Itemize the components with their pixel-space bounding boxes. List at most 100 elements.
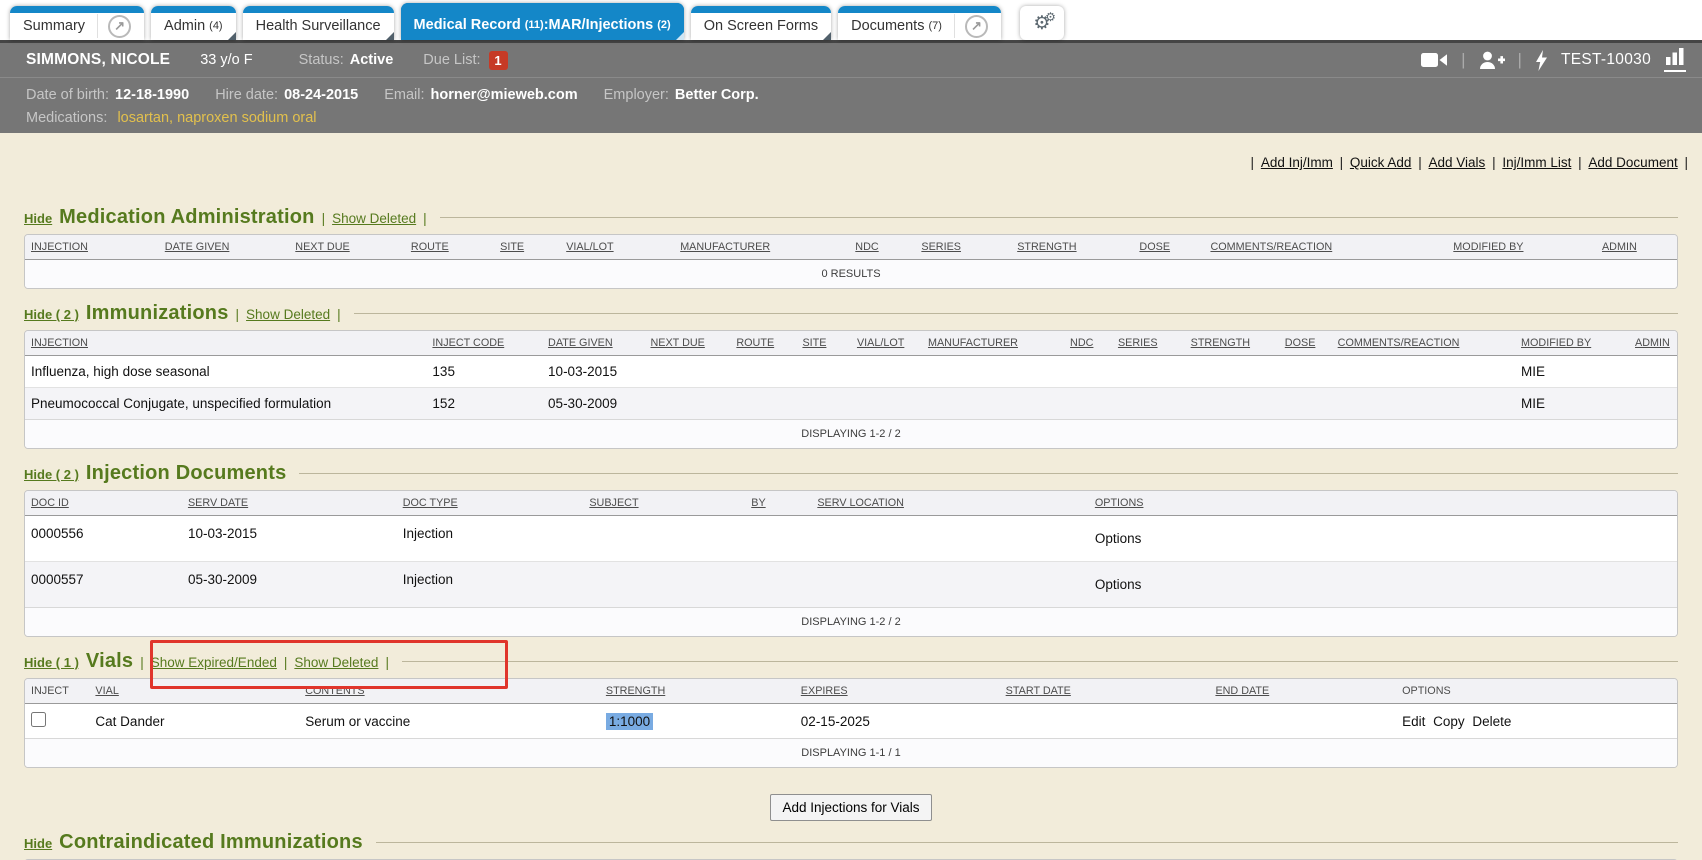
add-vials-link[interactable]: Add Vials xyxy=(1429,155,1486,170)
column-header-series[interactable]: SERIES xyxy=(1112,331,1185,356)
column-header-vial-lot[interactable]: VIAL/LOT xyxy=(560,235,674,260)
show-expired-ended-link[interactable]: Show Expired/Ended xyxy=(151,655,277,670)
column-header-end-date[interactable]: END DATE xyxy=(1209,679,1396,704)
column-header-by[interactable]: BY xyxy=(745,491,811,516)
hide-link[interactable]: Hide ( 2 ) xyxy=(24,307,79,322)
add-injections-for-vials-button[interactable]: Add Injections for Vials xyxy=(770,794,931,821)
column-header-doc-id[interactable]: DOC ID xyxy=(25,491,182,516)
vial-checkbox[interactable] xyxy=(31,712,46,727)
column-header-expires[interactable]: EXPIRES xyxy=(795,679,1000,704)
cell-contents: Serum or vaccine xyxy=(299,704,600,739)
pipe: | xyxy=(337,307,341,322)
show-deleted-link[interactable]: Show Deleted xyxy=(246,307,330,322)
column-header-dose[interactable]: DOSE xyxy=(1133,235,1204,260)
delete-link[interactable]: Delete xyxy=(1472,714,1511,729)
column-header-start-date[interactable]: START DATE xyxy=(1000,679,1210,704)
medications-list[interactable]: losartan, naproxen sodium oral xyxy=(117,110,316,126)
column-header-dose[interactable]: DOSE xyxy=(1279,331,1332,356)
lightning-icon[interactable] xyxy=(1535,50,1548,71)
column-header-comments[interactable]: COMMENTS/REACTION xyxy=(1332,331,1515,356)
quick-links-bar: | Add Inj/Imm | Quick Add | Add Vials | … xyxy=(0,133,1702,170)
edit-link[interactable]: Edit xyxy=(1402,714,1425,729)
copy-link[interactable]: Copy xyxy=(1433,714,1465,729)
video-camera-icon[interactable] xyxy=(1421,51,1448,69)
column-header-doc-type[interactable]: DOC TYPE xyxy=(397,491,584,516)
column-header-series[interactable]: SERIES xyxy=(915,235,1011,260)
column-header-date-given[interactable]: DATE GIVEN xyxy=(159,235,290,260)
due-list-badge[interactable]: 1 xyxy=(489,51,508,70)
column-header-vial[interactable]: VIAL xyxy=(89,679,299,704)
column-header-injection[interactable]: INJECTION xyxy=(25,331,426,356)
column-header-injection[interactable]: INJECTION xyxy=(25,235,159,260)
quick-add-link[interactable]: Quick Add xyxy=(1350,155,1412,170)
column-header-subject[interactable]: SUBJECT xyxy=(583,491,745,516)
column-header-modified-by[interactable]: MODIFIED BY xyxy=(1447,235,1596,260)
tab-health-surveillance[interactable]: Health Surveillance xyxy=(243,6,394,40)
section-injection-documents: Hide ( 2 ) Injection Documents DOC ID SE… xyxy=(24,462,1678,637)
column-header-modified-by[interactable]: MODIFIED BY xyxy=(1515,331,1629,356)
column-header-next-due[interactable]: NEXT DUE xyxy=(289,235,405,260)
column-header-route[interactable]: ROUTE xyxy=(405,235,494,260)
column-header-ndc[interactable]: NDC xyxy=(1064,331,1112,356)
pipe: | xyxy=(423,211,427,226)
cell-date-given: 05-30-2009 xyxy=(542,388,644,420)
settings-button[interactable]: ⚙ ⚙ xyxy=(1020,6,1064,40)
paging-text: DISPLAYING 1-2 / 2 xyxy=(25,608,1677,637)
tab-summary[interactable]: Summary ↗ xyxy=(10,6,144,40)
column-header-strength[interactable]: STRENGTH xyxy=(1011,235,1133,260)
hide-link[interactable]: Hide xyxy=(24,211,52,226)
section-rule xyxy=(376,842,1678,843)
cell-doc-id[interactable]: 0000557 xyxy=(25,562,182,608)
column-header-manufacturer[interactable]: MANUFACTURER xyxy=(674,235,849,260)
pipe: | xyxy=(1492,155,1496,170)
add-document-link[interactable]: Add Document xyxy=(1588,155,1677,170)
show-deleted-link[interactable]: Show Deleted xyxy=(332,211,416,226)
header-divider: | xyxy=(1518,50,1522,70)
column-header-site[interactable]: SITE xyxy=(796,331,851,356)
cell-options[interactable]: Options xyxy=(1089,516,1677,562)
column-header-admin[interactable]: ADMIN xyxy=(1629,331,1677,356)
hide-link[interactable]: Hide ( 2 ) xyxy=(24,467,79,482)
column-header-serv-date[interactable]: SERV DATE xyxy=(182,491,397,516)
column-header-vial-lot[interactable]: VIAL/LOT xyxy=(851,331,922,356)
section-rule xyxy=(354,313,1678,314)
inj-imm-list-link[interactable]: Inj/Imm List xyxy=(1502,155,1571,170)
add-inj-imm-link[interactable]: Add Inj/Imm xyxy=(1261,155,1333,170)
hide-link[interactable]: Hide ( 1 ) xyxy=(24,655,79,670)
column-header-comments[interactable]: COMMENTS/REACTION xyxy=(1204,235,1447,260)
popout-icon[interactable]: ↗ xyxy=(108,15,131,38)
popout-icon[interactable]: ↗ xyxy=(965,15,988,38)
patient-name: SIMMONS, NICOLE xyxy=(26,51,170,69)
column-header-inject-code[interactable]: INJECT CODE xyxy=(426,331,542,356)
column-header-strength[interactable]: STRENGTH xyxy=(600,679,795,704)
cell-options[interactable]: Options xyxy=(1089,562,1677,608)
cell-doc-id[interactable]: 0000556 xyxy=(25,516,182,562)
column-header-date-given[interactable]: DATE GIVEN xyxy=(542,331,644,356)
column-header-strength[interactable]: STRENGTH xyxy=(1185,331,1279,356)
show-deleted-link[interactable]: Show Deleted xyxy=(294,655,378,670)
hide-link[interactable]: Hide xyxy=(24,836,52,851)
tab-on-screen-forms[interactable]: On Screen Forms xyxy=(691,6,831,40)
column-header-serv-location[interactable]: SERV LOCATION xyxy=(811,491,1089,516)
column-header-ndc[interactable]: NDC xyxy=(849,235,915,260)
column-header-options[interactable]: OPTIONS xyxy=(1089,491,1677,516)
column-header-site[interactable]: SITE xyxy=(494,235,560,260)
vials-table: INJECT VIAL CONTENTS STRENGTH EXPIRES ST… xyxy=(25,679,1677,767)
cell-start-date xyxy=(1000,704,1210,739)
column-header-admin[interactable]: ADMIN xyxy=(1596,235,1677,260)
column-header-route[interactable]: ROUTE xyxy=(730,331,796,356)
column-header-next-due[interactable]: NEXT DUE xyxy=(644,331,730,356)
tab-medical-record[interactable]: Medical Record (11) :MAR/Injections (2) xyxy=(401,3,684,40)
tab-admin[interactable]: Admin (4) xyxy=(151,6,236,40)
cell-expires: 02-15-2025 xyxy=(795,704,1000,739)
section-title: Vials xyxy=(86,650,133,673)
column-header-manufacturer[interactable]: MANUFACTURER xyxy=(922,331,1064,356)
flowsheet-chart-icon[interactable] xyxy=(1664,48,1686,72)
add-person-icon[interactable] xyxy=(1479,51,1505,70)
selected-text: 1:1000 xyxy=(606,713,653,730)
section-rule xyxy=(402,661,1678,662)
cell-doc-type: Injection xyxy=(397,516,584,562)
hire-date-label: Hire date: xyxy=(215,87,278,103)
tab-documents[interactable]: Documents (7) ↗ xyxy=(838,6,1001,40)
column-header-contents[interactable]: CONTENTS xyxy=(299,679,600,704)
